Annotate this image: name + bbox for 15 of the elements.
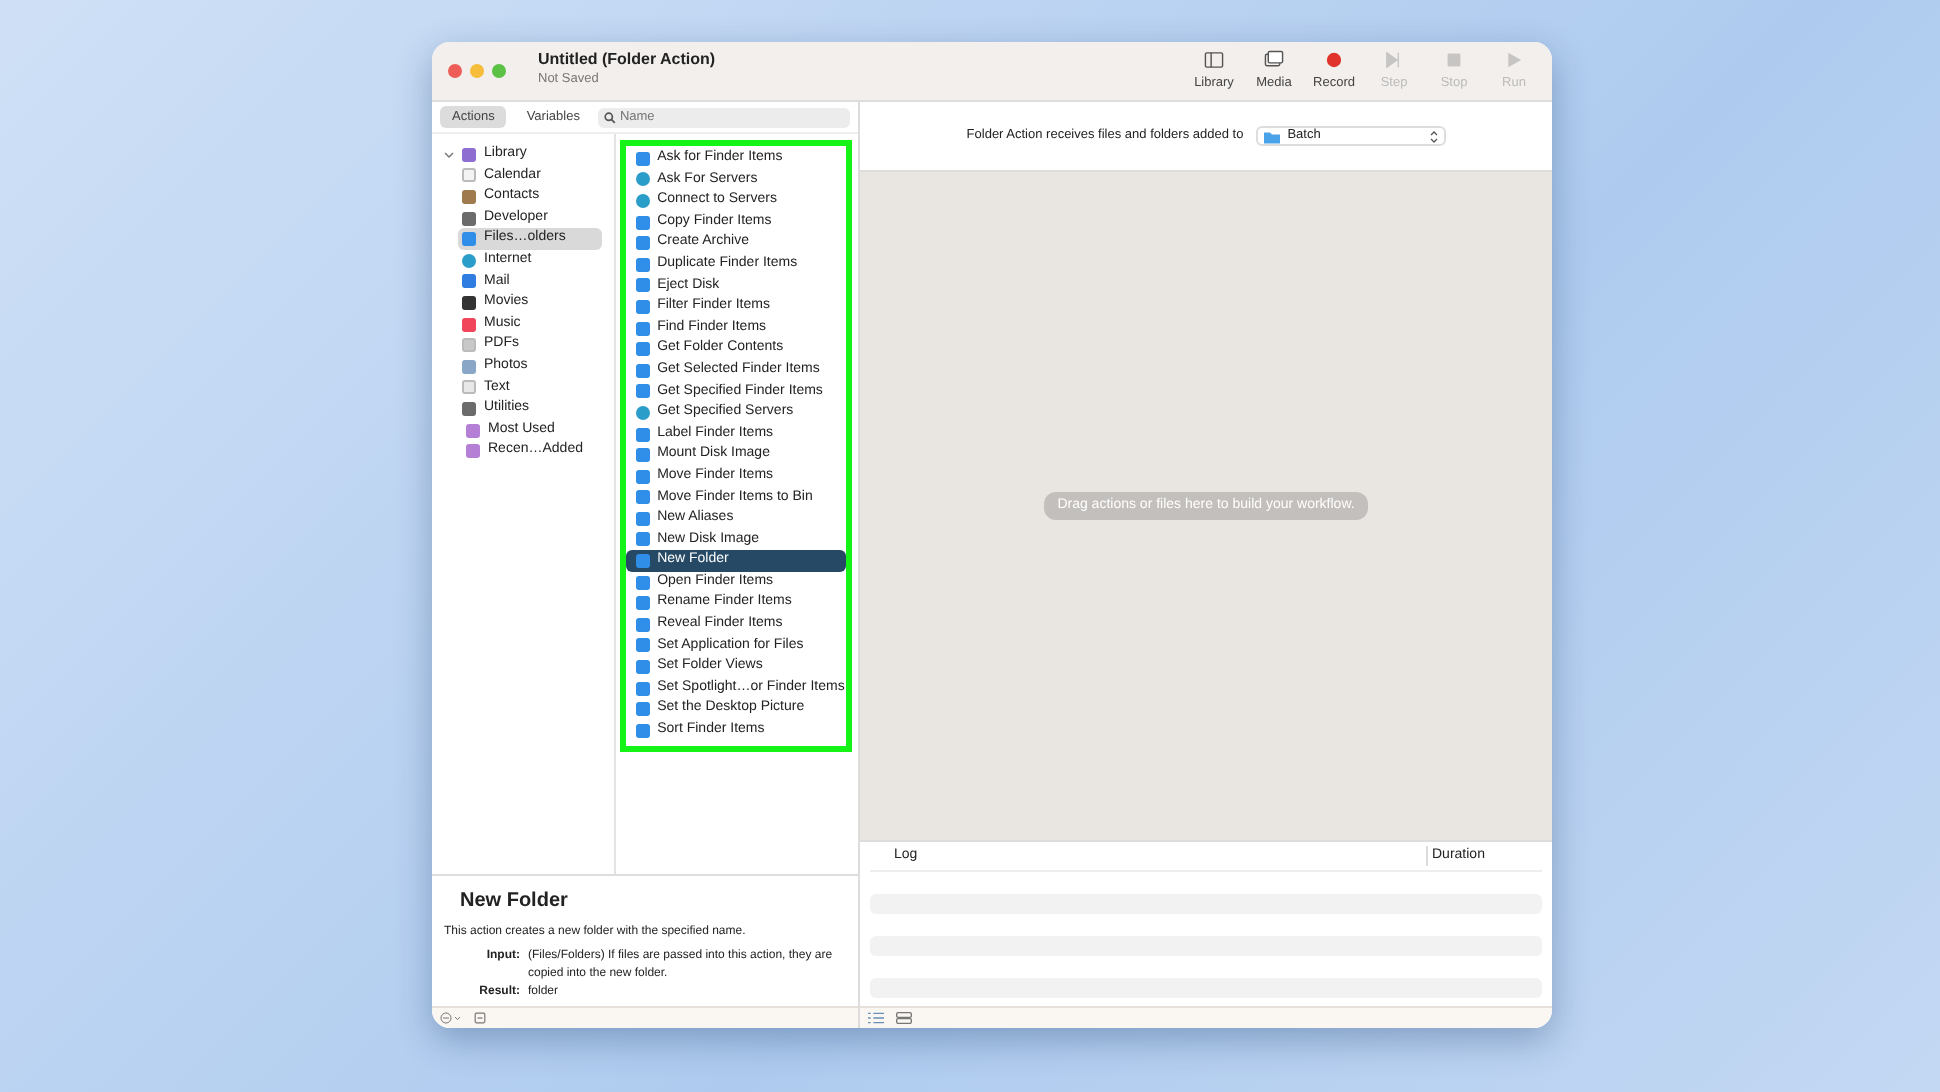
chevron-icon[interactable] bbox=[444, 149, 454, 160]
updown-icon bbox=[1429, 129, 1438, 143]
close-button[interactable] bbox=[448, 64, 462, 78]
zoom-button[interactable] bbox=[492, 64, 506, 78]
step-icon bbox=[1384, 49, 1404, 70]
record-icon bbox=[1324, 49, 1344, 70]
list-view-icon[interactable] bbox=[868, 1012, 884, 1024]
window-title: Untitled (Folder Action) bbox=[538, 52, 716, 71]
sidebar-icon bbox=[1204, 49, 1224, 70]
description-toggle-icon[interactable] bbox=[474, 1012, 486, 1024]
play-icon bbox=[1504, 49, 1524, 70]
split-view-icon[interactable] bbox=[896, 1012, 912, 1024]
search-icon bbox=[603, 111, 616, 123]
stop-icon bbox=[1444, 49, 1464, 70]
action-title: New Folder bbox=[460, 888, 568, 916]
